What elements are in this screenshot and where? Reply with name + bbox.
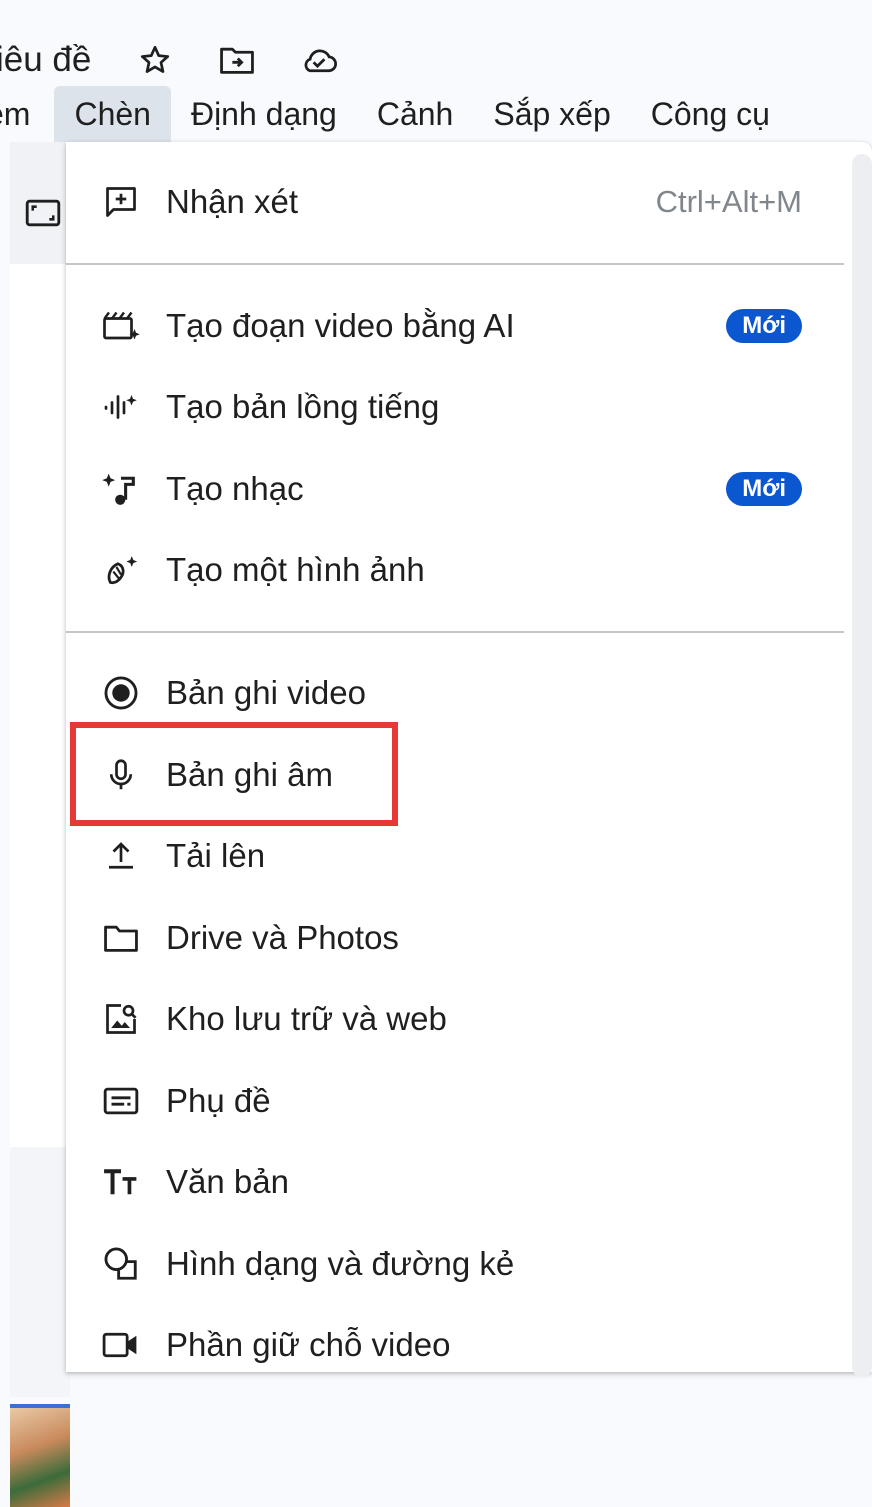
menu-scene[interactable]: Cảnh [357, 86, 474, 142]
move-to-folder-icon[interactable] [217, 40, 257, 80]
menu-item-ai-voiceover[interactable]: Tạo bản lồng tiếng [66, 367, 846, 447]
menu-insert[interactable]: Chèn [54, 86, 171, 142]
menu-item-comment[interactable]: Nhận xét Ctrl+Alt+M [66, 162, 846, 242]
menu-item-label: Phần giữ chỗ video [166, 1326, 451, 1363]
background-canvas [10, 142, 70, 1507]
cloud-saved-icon[interactable] [299, 40, 339, 80]
folder-icon [100, 917, 142, 959]
shortcut-text: Ctrl+Alt+M [655, 184, 802, 219]
highlight-box [70, 722, 398, 826]
menu-item-label: Tạo nhạc [166, 470, 304, 507]
menu-item-label: Tạo đoạn video bằng AI [166, 307, 515, 344]
subtitles-icon [100, 1080, 142, 1122]
new-badge: Mới [726, 472, 802, 506]
menu-item-upload[interactable]: Tải lên [66, 816, 846, 896]
fit-screen-icon[interactable] [24, 198, 62, 228]
ai-image-icon [100, 549, 142, 591]
record-icon [100, 672, 142, 714]
menu-tools[interactable]: Công cụ [631, 86, 790, 142]
shapes-icon [100, 1243, 142, 1285]
menu-arrange[interactable]: Sắp xếp [473, 86, 630, 142]
menu-item-ai-image[interactable]: Tạo một hình ảnh [66, 530, 846, 610]
menu-item-ai-video[interactable]: Tạo đoạn video bằng AI Mới [66, 286, 846, 366]
menu-scrollbar[interactable] [852, 154, 872, 1377]
menu-item-label: Văn bản [166, 1163, 289, 1200]
menu-item-label: Bản ghi video [166, 674, 366, 711]
menu-item-label: Tạo một hình ảnh [166, 551, 425, 588]
menu-item-stock-web[interactable]: Kho lưu trữ và web [66, 979, 846, 1059]
menu-item-video-placeholder[interactable]: Phần giữ chỗ video [66, 1305, 846, 1385]
menu-bar: em Chèn Định dạng Cảnh Sắp xếp Công cụ [0, 86, 790, 142]
menu-item-ai-music[interactable]: Tạo nhạc Mới [66, 449, 846, 529]
menu-item-label: Tải lên [166, 837, 266, 874]
menu-item-text[interactable]: Văn bản [66, 1142, 846, 1222]
menu-item-label: Hình dạng và đường kẻ [166, 1245, 515, 1282]
ai-voiceover-icon [100, 386, 142, 428]
ai-music-icon [100, 468, 142, 510]
menu-view[interactable]: em [0, 86, 54, 142]
menu-item-drive-photos[interactable]: Drive và Photos [66, 898, 846, 978]
menu-item-shapes-lines[interactable]: Hình dạng và đường kẻ [66, 1224, 846, 1304]
new-badge: Mới [726, 309, 802, 343]
add-comment-icon [100, 181, 142, 223]
menu-item-subtitles[interactable]: Phụ đề [66, 1061, 846, 1141]
upload-icon [100, 835, 142, 877]
menu-item-label: Tạo bản lồng tiếng [166, 388, 440, 425]
menu-item-label: Phụ đề [166, 1082, 271, 1119]
menu-item-label: Nhận xét [166, 183, 299, 220]
title-row: iêu đề [0, 28, 381, 92]
video-placeholder-icon [100, 1324, 142, 1366]
ai-video-icon [100, 305, 142, 347]
menu-divider [66, 631, 844, 633]
star-icon[interactable] [135, 40, 175, 80]
menu-item-video-recording[interactable]: Bản ghi video [66, 653, 846, 733]
text-icon [100, 1161, 142, 1203]
document-title[interactable]: iêu đề [0, 40, 91, 80]
menu-item-label: Drive và Photos [166, 919, 399, 956]
menu-divider [66, 263, 844, 265]
panel-background [10, 1147, 70, 1397]
menu-format[interactable]: Định dạng [171, 86, 357, 142]
image-search-icon [100, 998, 142, 1040]
scene-thumbnail[interactable] [10, 1404, 70, 1507]
menu-item-label: Kho lưu trữ và web [166, 1000, 447, 1037]
